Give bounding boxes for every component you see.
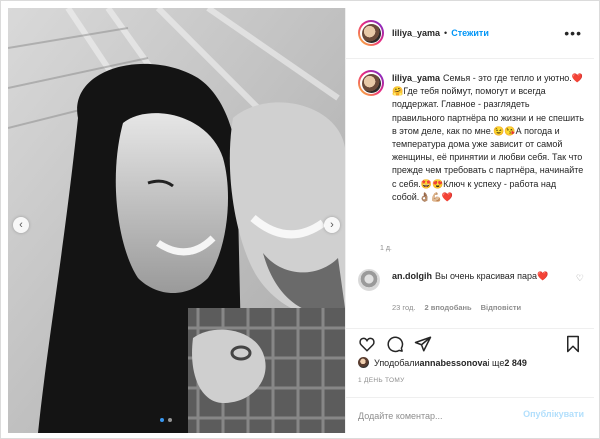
comment-age: 23 год. — [392, 303, 416, 312]
likes-count[interactable]: 2 849 — [504, 358, 527, 368]
caption-text: liliya_yama Семья - это где тепло и уютно… — [392, 72, 584, 204]
liker-username[interactable]: annabessonova — [419, 358, 487, 368]
caption-age: 1 д. — [380, 245, 392, 252]
comment-icon[interactable] — [386, 335, 404, 353]
likes-prefix: Уподобали — [374, 357, 420, 368]
likes-summary: Уподобали annabessonova і ще 2 849 — [358, 357, 527, 368]
add-comment-input[interactable] — [358, 409, 508, 423]
carousel-dot — [160, 418, 164, 422]
photo-image — [8, 8, 345, 433]
carousel-dot — [168, 418, 172, 422]
reply-button[interactable]: Відповісти — [481, 303, 522, 312]
comment-text: an.dolgih Вы очень красивая пара❤️ — [392, 270, 562, 283]
share-icon[interactable] — [414, 335, 432, 353]
comments-section: liliya_yama Семья - это где тепло и уютно… — [346, 64, 594, 322]
post-header: liliya_yama • Стежити ••• — [346, 8, 594, 59]
bookmark-icon[interactable] — [564, 335, 582, 353]
header-separator: • — [444, 28, 448, 38]
follow-button[interactable]: Стежити — [451, 28, 489, 38]
commenter-username[interactable]: an.dolgih — [392, 271, 432, 281]
liker-avatar[interactable] — [358, 357, 369, 368]
caption-avatar[interactable] — [358, 70, 384, 96]
comment-like-icon[interactable]: ♡ — [576, 273, 584, 284]
action-bar — [346, 328, 594, 355]
carousel-prev-button[interactable]: ‹ — [13, 217, 29, 233]
post-sidebar: liliya_yama • Стежити ••• liliya_yama Сем… — [345, 8, 594, 433]
commenter-avatar[interactable] — [358, 269, 380, 291]
author-username[interactable]: liliya_yama — [392, 28, 440, 38]
caption-body: Семья - это где тепло и уютно.❤️🤗Где теб… — [392, 73, 584, 202]
post-photo[interactable]: ‹ › — [8, 8, 345, 433]
more-horizontal-icon[interactable]: ••• — [564, 25, 582, 41]
author-avatar[interactable] — [358, 20, 384, 46]
caption-username[interactable]: liliya_yama — [392, 73, 440, 83]
comment-meta: 23 год. 2 вподобань Відповісти — [392, 303, 521, 312]
carousel-next-button[interactable]: › — [324, 217, 340, 233]
comment-body: Вы очень красивая пара❤️ — [435, 271, 549, 281]
post-date[interactable]: 1 ДЕНЬ ТОМУ — [358, 377, 405, 384]
add-comment-bar: Опублікувати — [346, 397, 594, 434]
comment-likes[interactable]: 2 вподобань — [424, 303, 471, 312]
likes-middle: і ще — [487, 357, 505, 368]
heart-icon[interactable] — [358, 335, 376, 353]
publish-comment-button[interactable]: Опублікувати — [523, 409, 584, 419]
instagram-post-card: ‹ › liliya_yama • Стежити ••• liliya_yam… — [0, 0, 600, 439]
carousel-dots — [160, 418, 172, 422]
